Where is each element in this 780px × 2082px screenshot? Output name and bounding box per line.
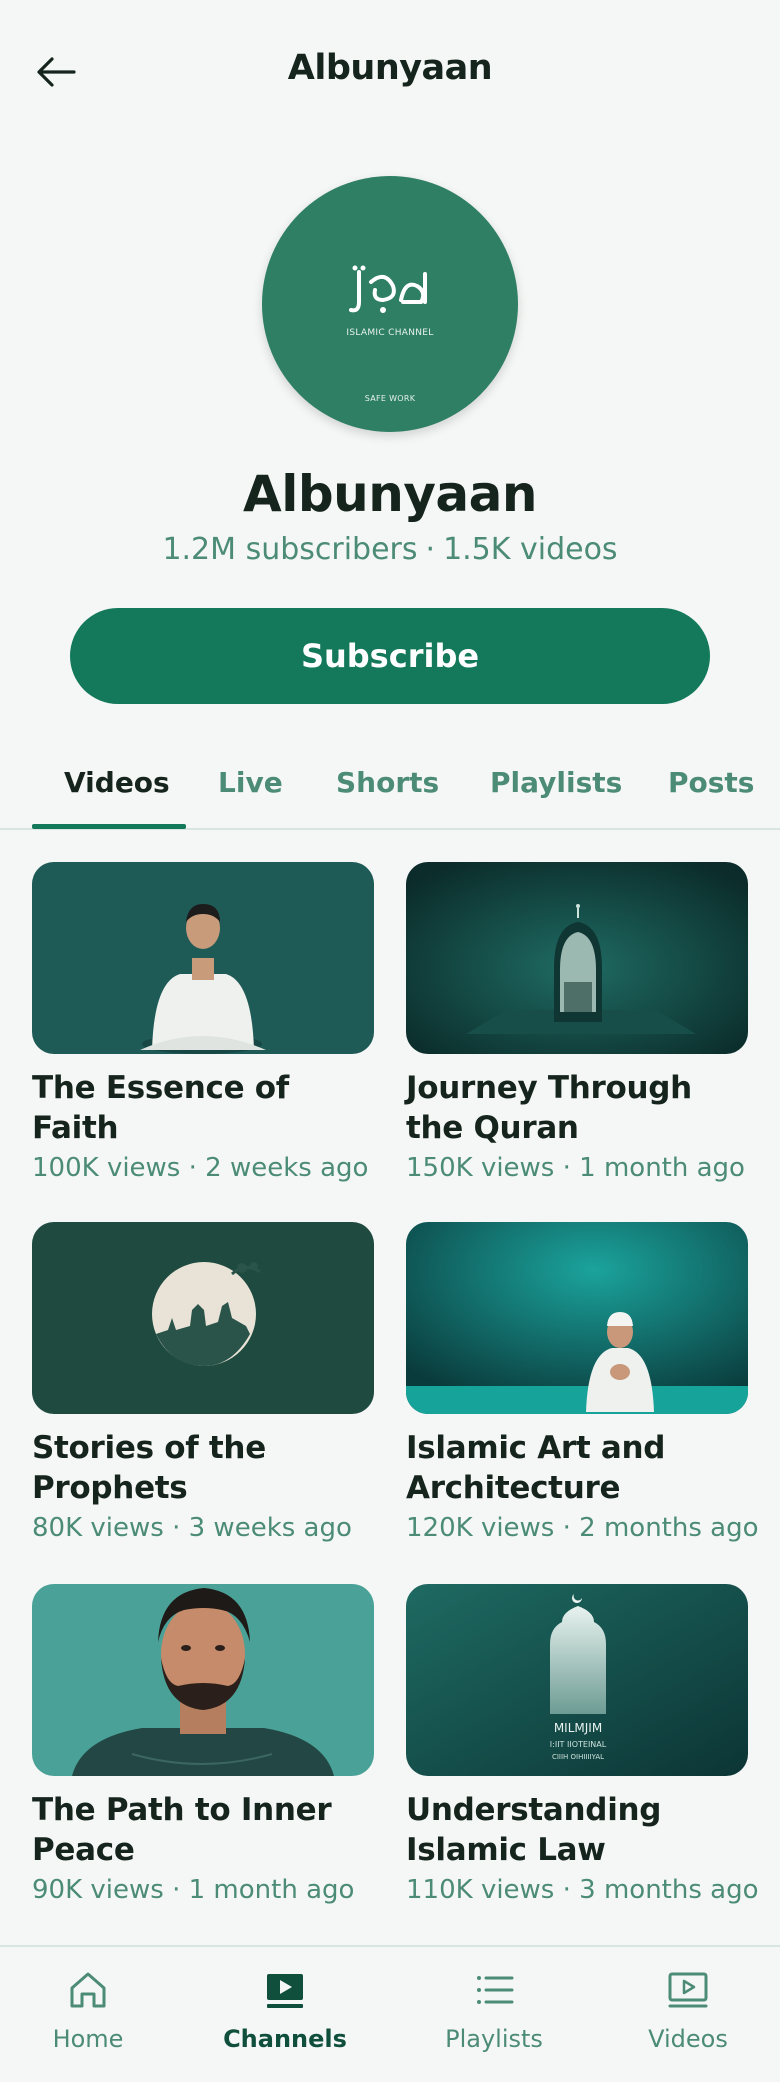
channel-logo-mark [349, 265, 427, 313]
video-title[interactable]: Islamic Art and Architecture [406, 1428, 748, 1508]
nav-playlists-label: Playlists [445, 2025, 543, 2053]
page-title: Albunyaan [287, 48, 493, 88]
upload-age: 1 month ago [579, 1153, 745, 1183]
video-meta: 80K views · 3 weeks ago [32, 1508, 374, 1548]
view-count: 90K views [32, 1875, 164, 1905]
view-count: 80K views [32, 1513, 164, 1543]
video-title[interactable]: Journey Through the Quran [406, 1068, 748, 1148]
video-title[interactable]: The Essence of Faith [32, 1068, 374, 1148]
video-meta: 110K views · 3 months ago [406, 1870, 759, 1910]
channel-tabs: Videos Live Shorts Playlists Posts [0, 740, 780, 830]
meta-separator: · [562, 1513, 571, 1543]
video-meta: 150K views · 1 month ago [406, 1148, 748, 1188]
meta-separator: · [562, 1875, 571, 1905]
subscribe-button[interactable]: Subscribe [70, 608, 710, 704]
video-thumbnail[interactable] [32, 1584, 374, 1776]
channels-icon [267, 1974, 303, 2008]
nav-home-label: Home [52, 2025, 124, 2053]
thumb-text-1: MILMJIM [554, 1721, 602, 1735]
tab-live[interactable]: Live [218, 766, 283, 799]
tab-videos[interactable]: Videos [64, 766, 170, 799]
home-icon [70, 1972, 106, 2008]
video-card[interactable]: Islamic Art and Architecture 120K views … [406, 1222, 759, 1548]
stats-separator: · [425, 532, 436, 567]
avatar-subtitle: ISLAMIC CHANNEL [346, 328, 434, 338]
meta-separator: · [172, 1875, 181, 1905]
video-meta: 100K views · 2 weeks ago [32, 1148, 374, 1188]
channel-stats: 1.2M subscribers · 1.5K videos [0, 532, 780, 567]
meta-separator: · [188, 1153, 197, 1183]
view-count: 110K views [406, 1875, 555, 1905]
view-count: 100K views [32, 1153, 181, 1183]
tab-shorts[interactable]: Shorts [336, 766, 439, 799]
channel-name: Albunyaan [243, 465, 538, 523]
nav-home[interactable]: Home [8, 1965, 168, 2053]
tab-posts[interactable]: Posts [668, 766, 754, 799]
active-tab-indicator [32, 824, 186, 829]
meta-separator: · [562, 1153, 571, 1183]
videos-icon [668, 1972, 708, 2008]
tab-playlists[interactable]: Playlists [490, 766, 622, 799]
view-count: 150K views [406, 1153, 555, 1183]
video-card[interactable]: MILMJIM I:IIT IIOTEINAL CIIIH OIHIIIIYAL… [406, 1584, 759, 1910]
channel-avatar: ISLAMIC CHANNEL SAFE WORK [262, 176, 518, 432]
nav-videos[interactable]: Videos [608, 1965, 768, 2053]
video-title[interactable]: Stories of the Prophets [32, 1428, 374, 1508]
video-thumbnail[interactable]: MILMJIM I:IIT IIOTEINAL CIIIH OIHIIIIYAL [406, 1584, 748, 1776]
video-count: 1.5K videos [443, 532, 618, 567]
upload-age: 3 weeks ago [188, 1513, 352, 1543]
thumb-text-2: I:IIT IIOTEINAL [550, 1740, 607, 1749]
video-meta: 90K views · 1 month ago [32, 1870, 374, 1910]
nav-playlists[interactable]: Playlists [414, 1965, 574, 2053]
nav-channels[interactable]: Channels [205, 1965, 365, 2053]
bottom-navigation: Home Channels Playlists Videos [0, 1945, 780, 2082]
video-thumbnail[interactable] [406, 1222, 748, 1414]
thumb-text-3: CIIIH OIHIIIIYAL [552, 1753, 604, 1761]
video-thumbnail[interactable] [32, 1222, 374, 1414]
video-title[interactable]: The Path to Inner Peace [32, 1790, 374, 1870]
video-card[interactable]: The Essence of Faith 100K views · 2 week… [32, 862, 374, 1188]
video-thumbnail[interactable] [406, 862, 748, 1054]
subscriber-count: 1.2M subscribers [162, 532, 418, 567]
channel-logo [262, 264, 518, 324]
video-card[interactable]: Stories of the Prophets 80K views · 3 we… [32, 1222, 374, 1548]
video-card[interactable]: Journey Through the Quran 150K views · 1… [406, 862, 748, 1188]
view-count: 120K views [406, 1513, 555, 1543]
nav-channels-label: Channels [223, 2025, 347, 2053]
upload-age: 1 month ago [188, 1875, 355, 1905]
video-card[interactable]: The Path to Inner Peace 90K views · 1 mo… [32, 1584, 374, 1910]
upload-age: 2 weeks ago [205, 1153, 369, 1183]
meta-separator: · [172, 1513, 181, 1543]
playlists-icon [477, 1976, 514, 2004]
top-bar: Albunyaan [0, 0, 780, 140]
video-thumbnail[interactable] [32, 862, 374, 1054]
video-title[interactable]: Understanding Islamic Law [406, 1790, 748, 1870]
avatar-footer-text: SAFE WORK [364, 394, 416, 403]
video-meta: 120K views · 2 months ago [406, 1508, 759, 1548]
upload-age: 3 months ago [579, 1875, 759, 1905]
nav-videos-label: Videos [648, 2025, 728, 2053]
upload-age: 2 months ago [579, 1513, 759, 1543]
